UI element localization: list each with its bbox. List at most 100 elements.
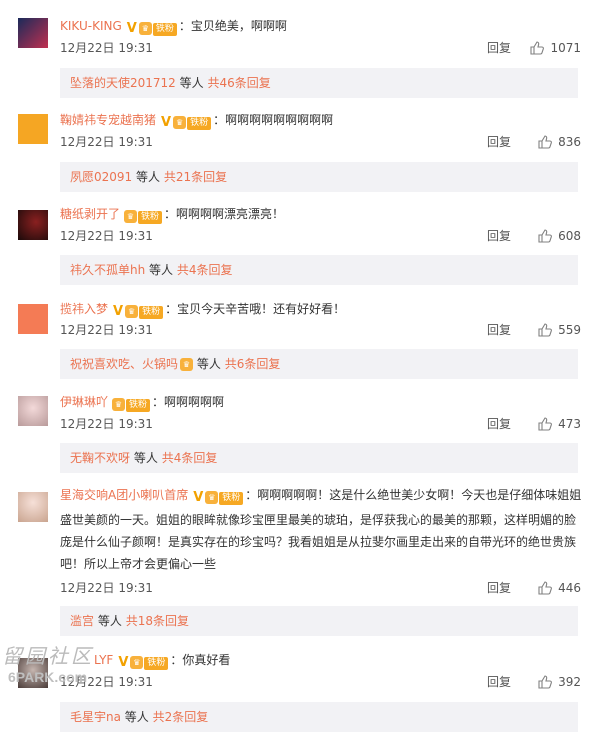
like-button[interactable]: 836 [538, 132, 581, 152]
sub-reply-users[interactable]: 滥宫 [70, 614, 94, 628]
like-button[interactable]: 392 [538, 672, 581, 692]
sub-reply-total-link[interactable]: 共6条回复 [225, 357, 281, 371]
sub-replies-box[interactable]: 滥宫 等人 共18条回复 [60, 606, 578, 636]
verified-v-icon: V [126, 21, 137, 36]
sub-reply-users[interactable]: 祎久不孤单hh [70, 263, 145, 277]
sub-reply-users[interactable]: 坠落的天使201712 [70, 76, 176, 90]
thumbs-up-icon [538, 135, 553, 149]
like-button[interactable]: 1071 [530, 38, 581, 58]
sub-reply-users[interactable]: 毛星宇na [70, 710, 121, 724]
like-button[interactable]: 559 [538, 320, 581, 340]
comment-meta: 12月22日 19:31 回复 446 [60, 578, 581, 598]
reply-button[interactable]: 回复 [487, 578, 511, 598]
like-button[interactable]: 473 [538, 414, 581, 434]
username-link[interactable]: 星海交响A团小喇叭首席 [60, 488, 188, 502]
reply-button[interactable]: 回复 [487, 320, 511, 340]
thumbs-up-icon [538, 675, 553, 689]
thumbs-up-icon [538, 417, 553, 431]
sub-reply-deng: 等人 [124, 710, 149, 724]
hat-badge-icon: ♛ [130, 656, 144, 669]
badge-group: V ♛ 铁粉 [158, 112, 212, 133]
sub-reply-users[interactable]: 祝祝喜欢吃、火锅吗 [70, 357, 178, 371]
comment-text: ：啊啊啊啊啊 [152, 395, 225, 409]
watermark-url: 6PARK.com [8, 669, 88, 685]
like-count: 836 [558, 135, 581, 149]
username-link[interactable]: 鞠婧祎专宠越南猪 [60, 113, 156, 127]
verified-v-icon: V [161, 115, 172, 130]
sub-reply-deng: 等人 [97, 614, 122, 628]
avatar[interactable] [18, 18, 48, 48]
fan-badge: 铁粉 [152, 23, 177, 36]
username-link[interactable]: 揽祎入梦 [60, 302, 108, 316]
like-count: 559 [558, 323, 581, 337]
thumbs-up-icon [538, 323, 553, 337]
hat-badge-icon: ♛ [112, 398, 126, 411]
reply-button[interactable]: 回复 [487, 38, 511, 58]
watermark-chars: 留园社区 [2, 644, 94, 668]
hat-badge-icon: ♛ [205, 491, 219, 504]
timestamp: 12月22日 19:31 [60, 229, 153, 243]
timestamp: 12月22日 19:31 [60, 323, 153, 337]
badge-group: ♛ 铁粉 [110, 394, 151, 414]
like-count: 473 [558, 417, 581, 431]
reply-button[interactable]: 回复 [487, 132, 511, 152]
sub-reply-users[interactable]: 夙愿02091 [70, 170, 132, 184]
hat-badge-icon: ♛ [180, 358, 194, 371]
sub-reply-total-link[interactable]: 共4条回复 [177, 263, 233, 277]
sub-reply-deng: 等人 [196, 357, 221, 371]
like-button[interactable]: 608 [538, 226, 581, 246]
thumbs-up-icon [538, 229, 553, 243]
avatar[interactable] [18, 396, 48, 426]
like-button[interactable]: 446 [538, 578, 581, 598]
timestamp: 12月22日 19:31 [60, 581, 153, 595]
fan-badge: 铁粉 [138, 211, 163, 224]
sub-reply-total-link[interactable]: 共21条回复 [164, 170, 227, 184]
fan-badge: 铁粉 [144, 657, 169, 670]
hat-badge-icon: ♛ [173, 116, 187, 129]
like-count: 608 [558, 229, 581, 243]
sub-replies-box[interactable]: 祎久不孤单hh 等人 共4条回复 [60, 255, 578, 285]
comment-text: ：啊啊啊啊漂亮漂亮！ [164, 207, 285, 221]
username-link[interactable]: KIKU-KING [60, 19, 122, 33]
timestamp: 12月22日 19:31 [60, 135, 153, 149]
sub-reply-deng: 等人 [133, 451, 158, 465]
sub-replies-box[interactable]: 祝祝喜欢吃、火锅吗 ♛ 等人 共6条回复 [60, 349, 578, 379]
username-link[interactable]: 伊琳琳吖 [60, 395, 108, 409]
hat-badge-icon: ♛ [138, 22, 152, 35]
sub-reply-total-link[interactable]: 共4条回复 [162, 451, 218, 465]
avatar[interactable] [18, 114, 48, 144]
sub-replies-box[interactable]: 坠落的天使201712 等人 共46条回复 [60, 68, 578, 98]
hat-badge-icon: ♛ [125, 305, 139, 318]
sub-reply-total-link[interactable]: 共18条回复 [126, 614, 189, 628]
like-count: 446 [558, 581, 581, 595]
reply-button[interactable]: 回复 [487, 672, 511, 692]
sub-reply-deng: 等人 [149, 263, 174, 277]
avatar[interactable] [18, 492, 48, 522]
timestamp: 12月22日 19:31 [60, 417, 153, 431]
username-link[interactable]: 糖纸剥开了 [60, 207, 120, 221]
comment-meta: 12月22日 19:31 回复 608 [60, 226, 581, 246]
sub-reply-total-link[interactable]: 共46条回复 [207, 76, 270, 90]
verified-v-icon: V [118, 655, 129, 670]
avatar[interactable] [18, 210, 48, 240]
comment-meta: 12月22日 19:31 回复 1071 [60, 38, 581, 58]
comment-text: ：宝贝今天辛苦哦！还有好好看！ [165, 302, 346, 316]
verified-v-icon: V [113, 304, 124, 319]
badge-group: V ♛ 铁粉 [110, 301, 164, 322]
badge-group: V ♛ 铁粉 [124, 18, 177, 39]
verified-v-icon: V [193, 490, 204, 505]
comment-meta: 12月22日 19:31 回复 559 [60, 320, 581, 340]
badge-group: V ♛ 铁粉 [190, 486, 244, 509]
sub-reply-deng: 等人 [179, 76, 204, 90]
sub-reply-users[interactable]: 无鞠不欢呀 [70, 451, 130, 465]
sub-reply-total-link[interactable]: 共2条回复 [153, 710, 209, 724]
reply-button[interactable]: 回复 [487, 414, 511, 434]
sub-replies-box[interactable]: 夙愿02091 等人 共21条回复 [60, 162, 578, 192]
sub-replies-box[interactable]: 无鞠不欢呀 等人 共4条回复 [60, 443, 578, 473]
site-watermark: 留园社区 6PARK.com [2, 640, 102, 688]
comment-text: ：啊啊啊啊啊啊啊啊啊 [213, 113, 334, 127]
sub-replies-box[interactable]: 毛星宇na 等人 共2条回复 [60, 702, 578, 732]
avatar[interactable] [18, 304, 48, 334]
reply-button[interactable]: 回复 [487, 226, 511, 246]
hat-badge-icon: ♛ [124, 210, 138, 223]
